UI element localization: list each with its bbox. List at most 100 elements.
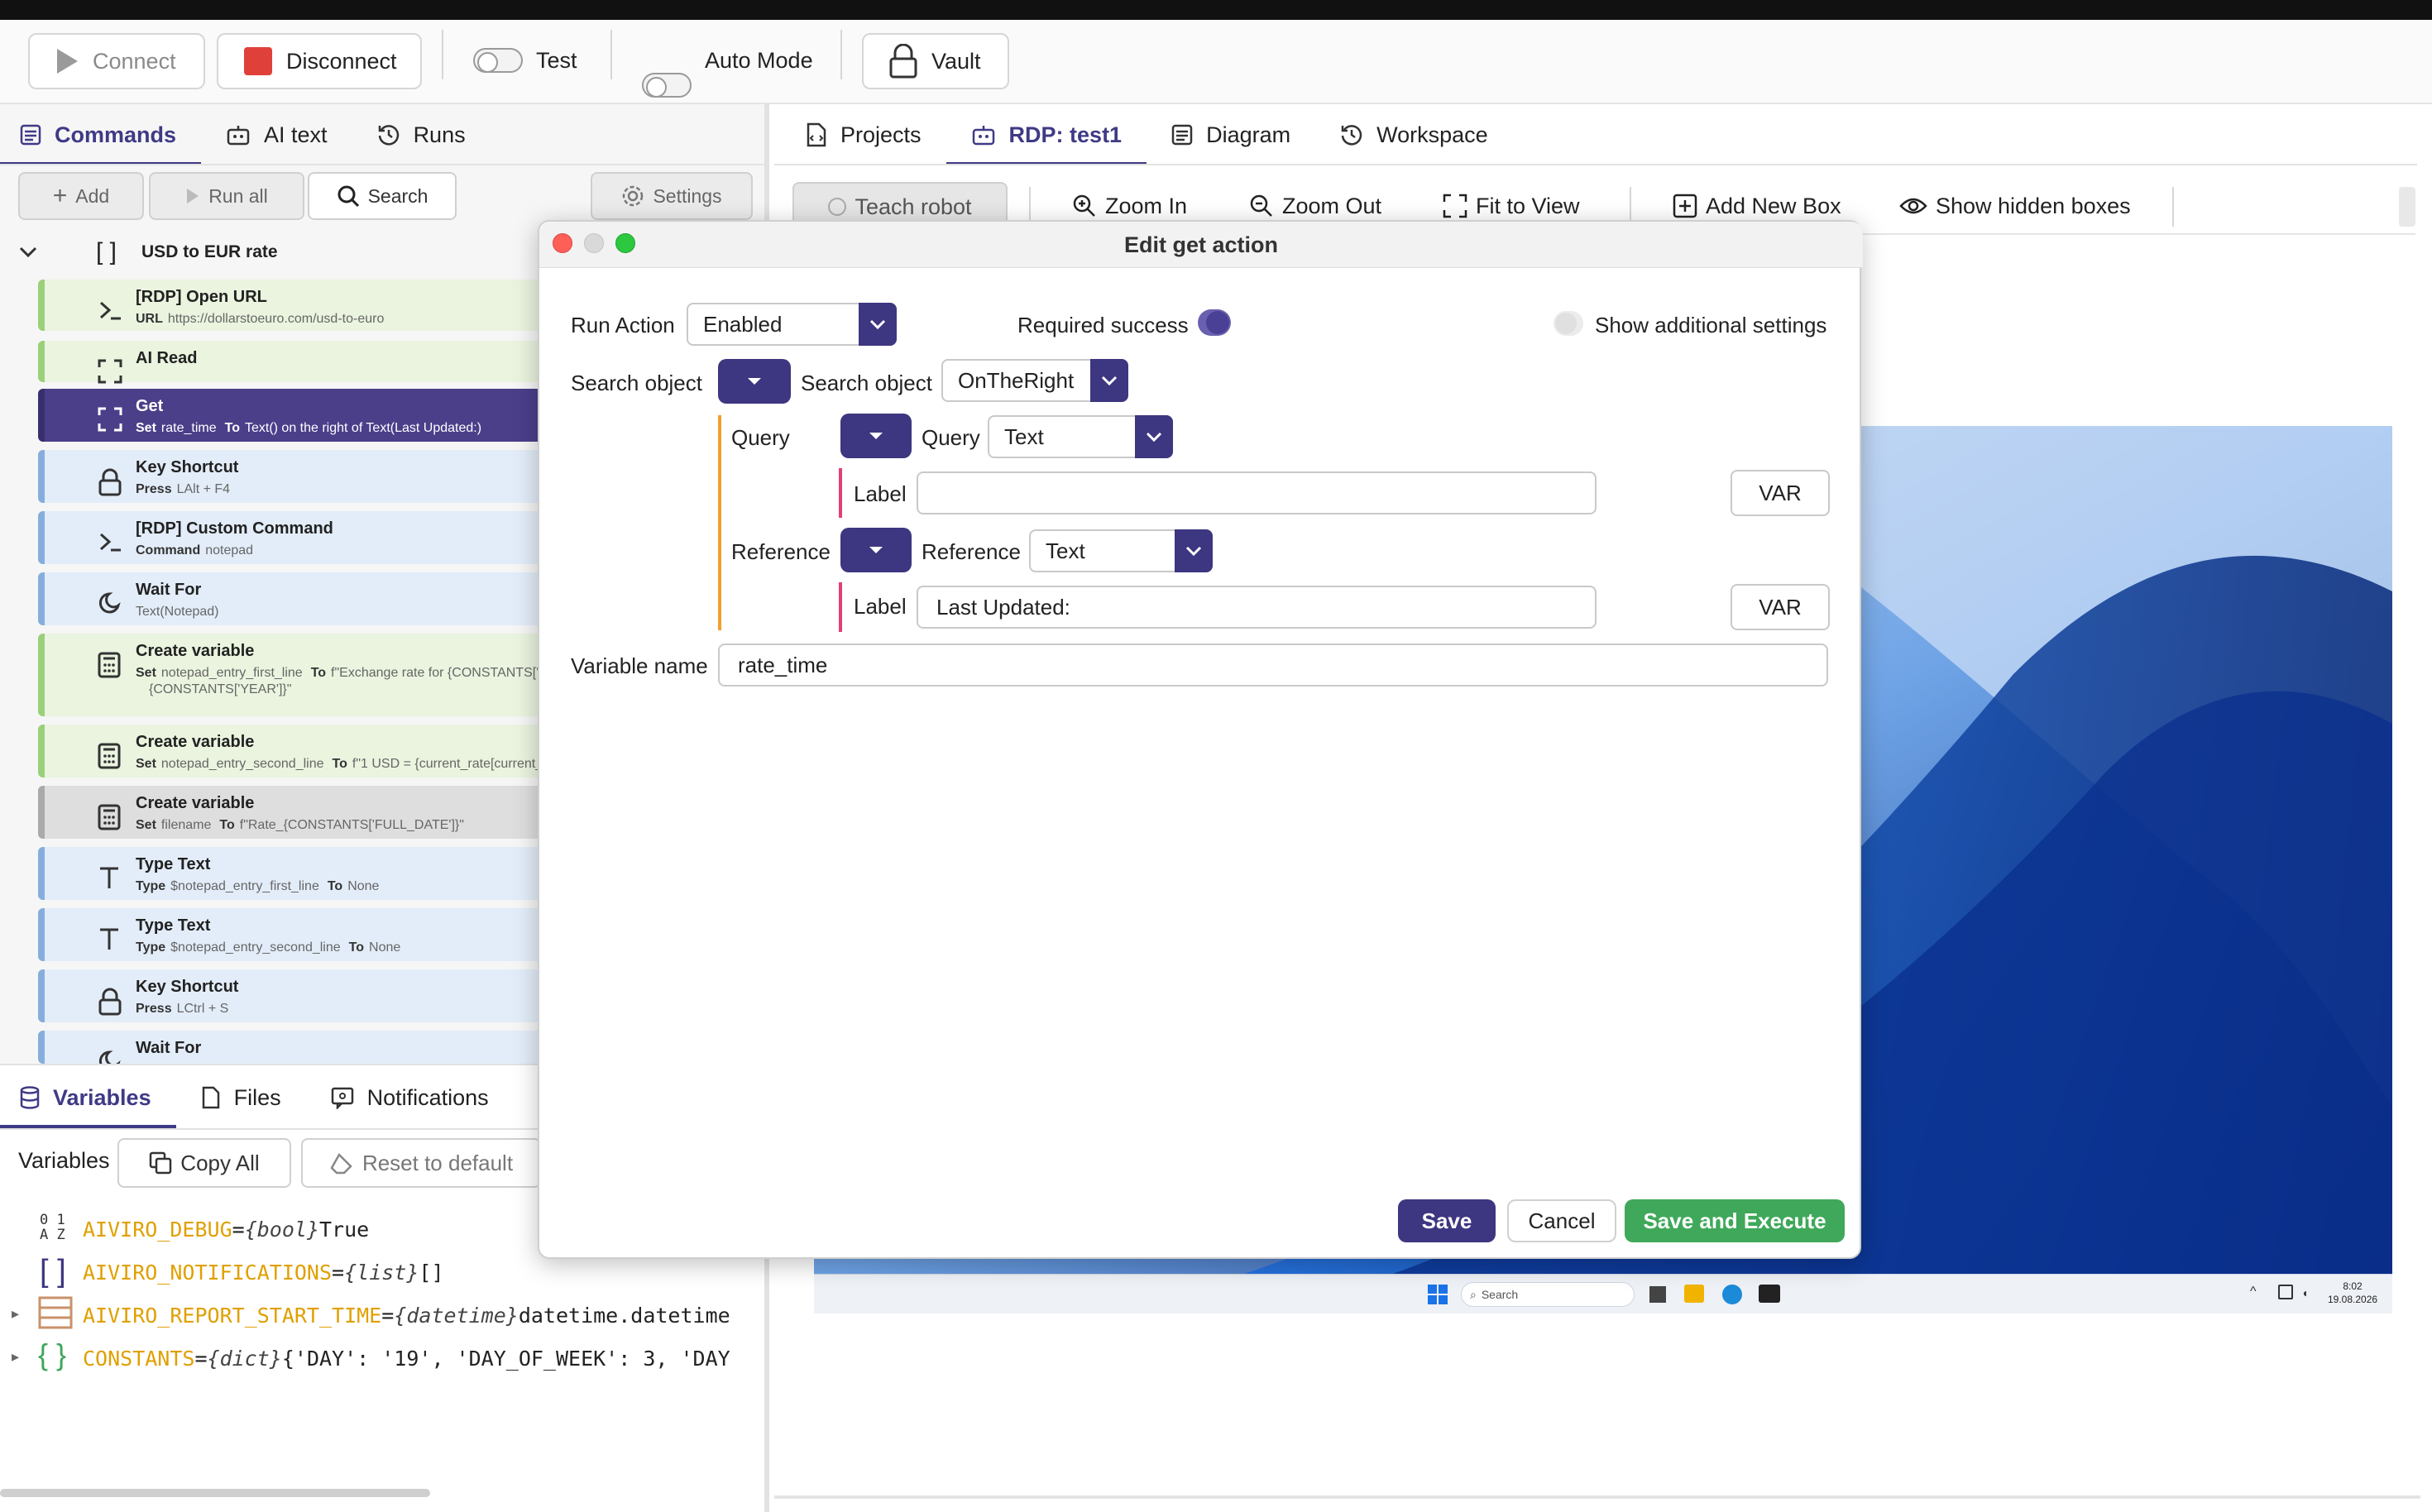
command-detail-continued: {CONSTANTS['YEAR']}" (149, 682, 292, 696)
copy-all-button[interactable]: Copy All (117, 1138, 291, 1188)
command-row[interactable]: Key Shortcut Press LCtrl + S (38, 969, 576, 1022)
test-toggle[interactable] (473, 48, 523, 73)
command-row[interactable]: Create variable Set filename To f"Rate_{CONS… (38, 786, 576, 839)
disconnect-button[interactable]: Disconnect (217, 33, 422, 89)
command-detail-value: notepad_entry_first_line (160, 666, 303, 680)
tab-runs[interactable]: Runs (352, 104, 491, 165)
volume-icon[interactable]: ◖ (2301, 1286, 2308, 1299)
command-row[interactable]: Type Text Type $notepad_entry_first_line To… (38, 847, 576, 900)
command-row[interactable]: Create variable Set notepad_entry_second_l… (38, 725, 576, 778)
windows-start-icon[interactable] (1428, 1285, 1448, 1309)
command-row[interactable]: Get Set rate_time To Text() on the right of … (38, 389, 576, 442)
variable-name-input[interactable]: rate_time (718, 644, 1828, 687)
taskbar-search[interactable]: ⌕ Search (1461, 1282, 1635, 1307)
reference-select[interactable]: Text (1029, 529, 1213, 572)
command-detail-value: None (347, 879, 380, 893)
query-toggle-button[interactable] (840, 414, 912, 458)
query-type-label: Query (922, 425, 980, 450)
close-window-button[interactable] (553, 233, 572, 253)
command-name: Create variable (136, 642, 255, 660)
command-name: Get (136, 397, 164, 415)
tab-workspace[interactable]: Workspace (1315, 104, 1513, 165)
tab-ai-text[interactable]: AI text (201, 104, 352, 165)
file-icon (201, 1086, 221, 1109)
tab-notifications[interactable]: Notifications (306, 1067, 514, 1128)
tab-files[interactable]: Files (176, 1067, 306, 1128)
reference-label-input[interactable]: Last Updated: (917, 586, 1597, 629)
task-view-icon[interactable] (1649, 1286, 1666, 1303)
tabs-divider (0, 164, 769, 165)
remote-taskbar[interactable]: ⌕ Search ^ ◖ 8:02 19.08.2026 (814, 1274, 2392, 1313)
query-var-button[interactable]: VAR (1731, 470, 1830, 516)
expand-arrow-icon[interactable]: ▸ (12, 1348, 19, 1366)
save-and-execute-button[interactable]: Save and Execute (1625, 1199, 1845, 1242)
command-detail-value: $notepad_entry_first_line (170, 879, 319, 893)
minimize-window-button[interactable] (584, 233, 604, 253)
query-value: Text (1004, 423, 1044, 449)
tab-commands[interactable]: Commands (0, 104, 202, 165)
search-button[interactable]: Search (308, 172, 457, 220)
network-icon[interactable] (2278, 1285, 2293, 1299)
tray-chevron-up-icon[interactable]: ^ (2250, 1285, 2257, 1299)
command-row[interactable]: Type Text Type $notepad_entry_second_line T… (38, 908, 576, 961)
variable-row[interactable]: AIVIRO_REPORT_START_TIME = {datetime} da… (83, 1299, 730, 1332)
edge-browser-icon[interactable] (1722, 1285, 1742, 1304)
command-row[interactable]: [RDP] Custom Command Command notepad (38, 511, 576, 564)
vault-button[interactable]: Vault (862, 33, 1009, 89)
save-button[interactable]: Save (1398, 1199, 1496, 1242)
toolbar-divider (2172, 187, 2174, 227)
search-object-select[interactable]: OnTheRight (941, 359, 1128, 402)
reference-toggle-button[interactable] (840, 528, 912, 572)
connect-button[interactable]: Connect (28, 33, 205, 89)
file-code-icon (806, 122, 827, 147)
command-row[interactable]: [RDP] Open URL URL https://dollarstoeuro.c… (38, 280, 576, 331)
settings-label: Settings (653, 184, 722, 207)
chevron-down-icon (1135, 415, 1173, 458)
variable-type: {bool} (244, 1217, 319, 1242)
add-button[interactable]: + Add (18, 172, 144, 220)
command-group-header[interactable]: [ ] USD to EUR rate (7, 232, 586, 273)
auto-mode-toggle[interactable] (642, 73, 692, 98)
terminal-icon[interactable] (1759, 1285, 1780, 1303)
command-row[interactable]: AI Read (38, 341, 576, 384)
show-hidden-boxes-button[interactable]: Show hidden boxes (1899, 179, 2131, 233)
variable-value: [] (419, 1260, 444, 1285)
run-all-button[interactable]: Run all (149, 172, 304, 220)
robot-icon (226, 124, 251, 146)
query-label-input[interactable] (917, 471, 1597, 514)
search-object-toggle-button[interactable] (718, 359, 791, 404)
cancel-button[interactable]: Cancel (1507, 1199, 1616, 1242)
calculator-icon (98, 743, 124, 769)
run-action-select[interactable]: Enabled (687, 303, 897, 346)
query-select[interactable]: Text (988, 415, 1173, 458)
tab-projects[interactable]: Projects (781, 104, 946, 165)
command-name: Create variable (136, 733, 255, 751)
tab-rdp[interactable]: RDP: test1 (946, 104, 1147, 165)
add-label: Add (75, 184, 110, 207)
tab-variables[interactable]: Variables (0, 1067, 176, 1128)
command-row[interactable]: Key Shortcut Press LAlt + F4 (38, 450, 576, 503)
variable-value: True (319, 1217, 370, 1242)
tab-diagram[interactable]: Diagram (1147, 104, 1315, 165)
show-additional-settings-toggle[interactable] (1554, 311, 1583, 336)
var-label: VAR (1759, 480, 1802, 505)
horizontal-scrollbar[interactable] (0, 1489, 430, 1497)
settings-button[interactable]: Settings (591, 172, 753, 220)
expand-arrow-icon[interactable]: ▸ (12, 1305, 19, 1323)
toolbar-overflow-button[interactable] (2399, 187, 2415, 227)
command-row[interactable]: Wait For (38, 1031, 576, 1072)
reset-button[interactable]: Reset to default (301, 1138, 541, 1188)
variable-eq: = (332, 1260, 345, 1285)
variable-row[interactable]: AIVIRO_NOTIFICATIONS = {list} [] (83, 1256, 444, 1289)
variable-row[interactable]: AIVIRO_DEBUG = {bool} True (83, 1213, 369, 1246)
file-explorer-icon[interactable] (1684, 1285, 1704, 1303)
command-details: Set notepad_entry_second_line To f"1 USD = … (136, 757, 576, 772)
variable-row[interactable]: CONSTANTS = {dict} {'DAY': '19', 'DAY_OF… (83, 1342, 730, 1375)
required-success-toggle[interactable] (1198, 309, 1231, 336)
eye-icon (1899, 196, 1927, 216)
command-row[interactable]: Wait For Text(Notepad) (38, 572, 576, 625)
command-row[interactable]: Create variable Set notepad_entry_first_li… (38, 634, 748, 716)
tab-notifications-label: Notifications (366, 1084, 489, 1110)
maximize-window-button[interactable] (615, 233, 635, 253)
reference-var-button[interactable]: VAR (1731, 584, 1830, 630)
